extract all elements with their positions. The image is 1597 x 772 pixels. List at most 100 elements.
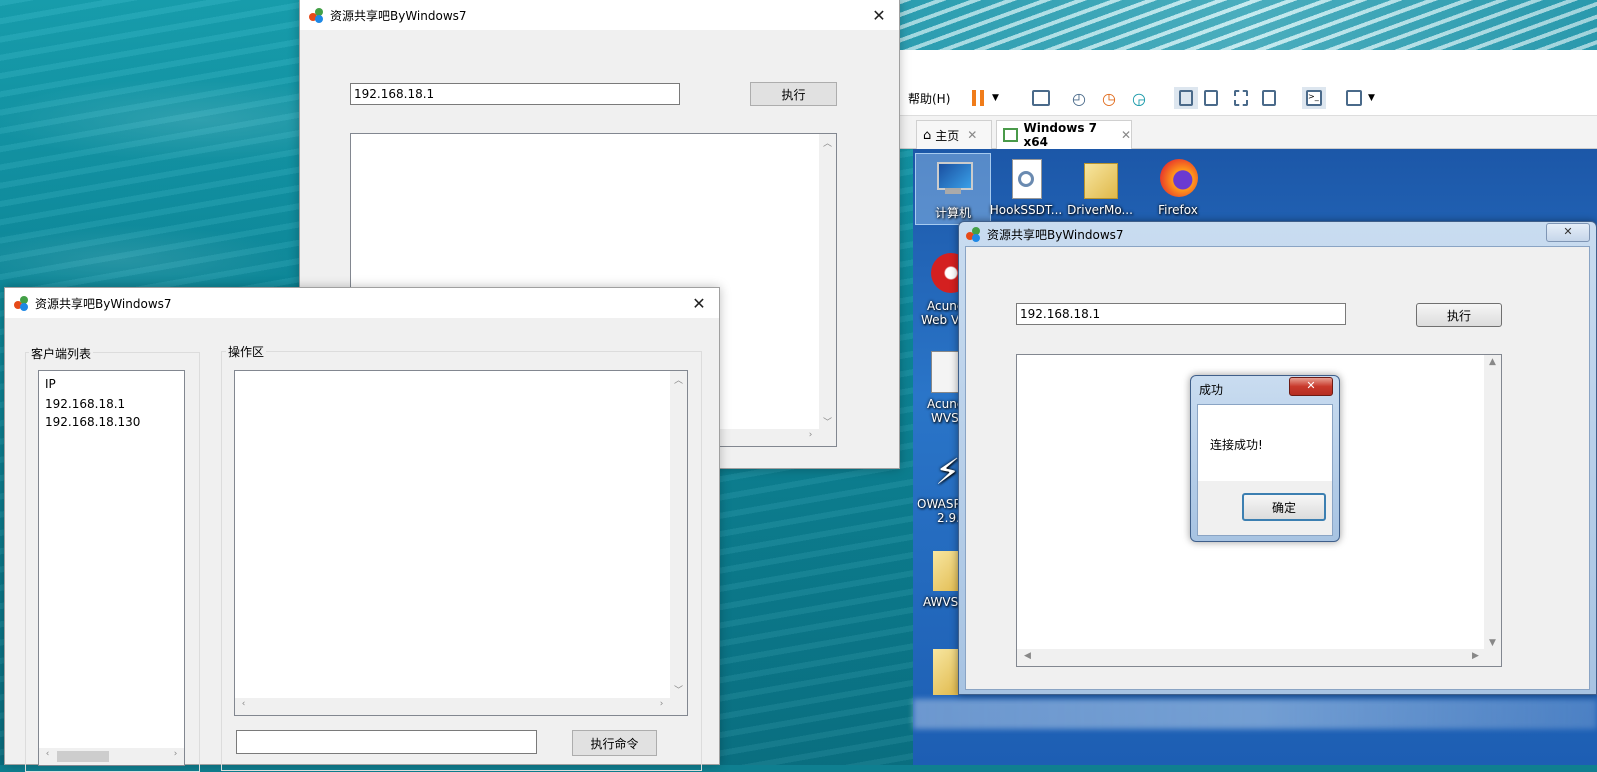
client-list-group-label: 客户端列表: [29, 345, 94, 362]
scroll-left-icon: ‹: [241, 699, 246, 709]
server-titlebar: 资源共享吧ByWindows7 ✕: [300, 0, 899, 30]
desktop-icon-firefox[interactable]: Firefox: [1141, 153, 1215, 217]
dialog-ok-button[interactable]: 确定: [1242, 493, 1326, 521]
scroll-right-icon: ›: [659, 699, 664, 709]
thumbnail-view-button[interactable]: [1204, 87, 1218, 109]
list-item[interactable]: 192.168.18.130: [45, 415, 140, 429]
clock-revert-icon: ◷: [1102, 88, 1116, 108]
close-icon: ✕: [872, 5, 886, 25]
guest-ip-input[interactable]: 192.168.18.1: [1016, 303, 1346, 325]
menu-help[interactable]: 帮助(H): [908, 87, 950, 109]
tab-home-label: 主页: [935, 128, 960, 143]
command-input[interactable]: [236, 730, 537, 754]
vmware-tab-bar: ⌂ 主页 ✕ Windows 7 x64 ✕: [900, 116, 1597, 150]
unity-button[interactable]: [1262, 87, 1276, 109]
vmware-toolbar: 帮助(H) ▼ ◴ ◷ ◶ >_ ▼: [900, 50, 1597, 116]
operation-output-area[interactable]: ︿ ﹀ ‹ ›: [234, 370, 688, 716]
library-view-button[interactable]: [1174, 87, 1198, 109]
desktop-icon-computer[interactable]: 计算机: [915, 153, 991, 225]
scroll-left-icon: ◀: [1024, 651, 1031, 661]
scroll-right-icon: ▶: [1472, 651, 1479, 661]
success-dialog: 成功 ✕ 连接成功! 确定: [1190, 375, 1340, 542]
snapshot-button[interactable]: ◴: [1072, 87, 1086, 109]
dialog-body: 连接成功! 确定: [1197, 404, 1333, 536]
scroll-right-icon: ›: [173, 749, 178, 759]
revert-snapshot-button[interactable]: ◷: [1102, 87, 1116, 109]
vertical-scrollbar[interactable]: ▲ ▼: [1484, 355, 1501, 666]
desktop-icon-drivermo[interactable]: DriverMo...: [1063, 153, 1137, 217]
stretch-button[interactable]: ▼: [1346, 87, 1375, 109]
client-close-button[interactable]: ✕: [679, 288, 719, 318]
windows-icon: [1262, 90, 1276, 106]
server-title: 资源共享吧ByWindows7: [330, 8, 467, 23]
chevron-down-icon: ▼: [992, 93, 999, 103]
scroll-up-icon: ︿: [822, 139, 832, 149]
operation-group-label: 操作区: [226, 343, 267, 360]
guest-execute-button[interactable]: 执行: [1416, 303, 1502, 327]
pause-icon: [972, 90, 976, 106]
taskbar-blur: [913, 699, 1597, 729]
fullscreen-button[interactable]: [1234, 87, 1248, 109]
dialog-titlebar: 成功 ✕: [1191, 376, 1339, 402]
client-list-header: IP: [45, 377, 56, 391]
sidebar-icon: [1179, 90, 1193, 106]
app-icon: [965, 226, 981, 242]
close-icon[interactable]: ✕: [1121, 128, 1131, 142]
firefox-icon: [1156, 157, 1200, 201]
dialog-close-button[interactable]: ✕: [1289, 377, 1333, 396]
vertical-scrollbar[interactable]: ︿ ﹀: [819, 134, 836, 446]
client-titlebar: 资源共享吧ByWindows7 ✕: [5, 288, 719, 318]
scroll-up-icon: ▲: [1489, 357, 1496, 367]
tab-vm[interactable]: Windows 7 x64 ✕: [996, 120, 1132, 150]
console-icon: >_: [1306, 90, 1322, 106]
server-close-button[interactable]: ✕: [859, 0, 899, 30]
snapshot-manager-button[interactable]: ◶: [1132, 87, 1146, 109]
horizontal-scrollbar[interactable]: ◀ ▶: [1017, 649, 1484, 666]
vm-icon: [1003, 128, 1018, 142]
client-listbox[interactable]: IP 192.168.18.1 192.168.18.130 ‹ ›: [38, 370, 185, 766]
close-icon[interactable]: ✕: [967, 128, 977, 142]
guest-app-titlebar: 资源共享吧ByWindows7 ✕: [959, 222, 1596, 246]
send-keys-button[interactable]: [1032, 87, 1050, 109]
close-icon: ✕: [692, 293, 706, 313]
scroll-down-icon: ﹀: [822, 418, 832, 428]
dialog-message: 连接成功!: [1210, 438, 1263, 452]
clock-manage-icon: ◶: [1132, 88, 1146, 108]
server-ip-input[interactable]: 192.168.18.1: [350, 83, 680, 105]
scroll-down-icon: ﹀: [673, 686, 683, 696]
app-icon: [13, 295, 29, 311]
console-button[interactable]: >_: [1302, 87, 1326, 109]
guest-app-close-button[interactable]: ✕: [1546, 223, 1590, 242]
dialog-title: 成功: [1199, 382, 1224, 397]
run-command-button[interactable]: 执行命令: [572, 730, 657, 756]
folder-icon[interactable]: [933, 649, 961, 695]
scroll-left-icon: ‹: [45, 749, 50, 759]
scroll-down-icon: ▼: [1489, 638, 1496, 648]
close-icon: ✕: [1306, 379, 1316, 392]
client-title: 资源共享吧ByWindows7: [35, 296, 172, 311]
expand-icon: [1346, 90, 1362, 106]
horizontal-scrollbar[interactable]: ‹ ›: [235, 698, 687, 715]
desktop-background-top: [900, 0, 1597, 50]
scrollbar-thumb[interactable]: [57, 751, 109, 762]
desktop-icon-hookssdt[interactable]: HookSSDT...: [989, 153, 1063, 217]
tab-home[interactable]: ⌂ 主页 ✕: [916, 120, 992, 150]
vertical-scrollbar[interactable]: ︿ ﹀: [670, 371, 687, 698]
client-window: 资源共享吧ByWindows7 ✕ 客户端列表 IP 192.168.18.1 …: [4, 287, 720, 772]
server-execute-button[interactable]: 执行: [750, 82, 837, 106]
panel-icon: [1204, 90, 1218, 106]
clock-icon: ◴: [1072, 88, 1086, 108]
fullscreen-icon: [1234, 90, 1248, 106]
scroll-up-icon: ︿: [673, 376, 683, 386]
guest-app-title: 资源共享吧ByWindows7: [987, 227, 1124, 242]
home-icon: ⌂: [923, 127, 932, 143]
horizontal-scrollbar[interactable]: ‹ ›: [39, 748, 184, 765]
pause-button[interactable]: ▼: [972, 87, 999, 109]
list-item[interactable]: 192.168.18.1: [45, 397, 125, 411]
settings-file-icon: [1004, 157, 1048, 201]
computer-icon: [931, 158, 975, 202]
chevron-down-icon: ▼: [1368, 93, 1375, 103]
network-icon: [1032, 90, 1050, 106]
close-icon: ✕: [1563, 225, 1573, 238]
scroll-right-icon: ›: [808, 430, 813, 440]
